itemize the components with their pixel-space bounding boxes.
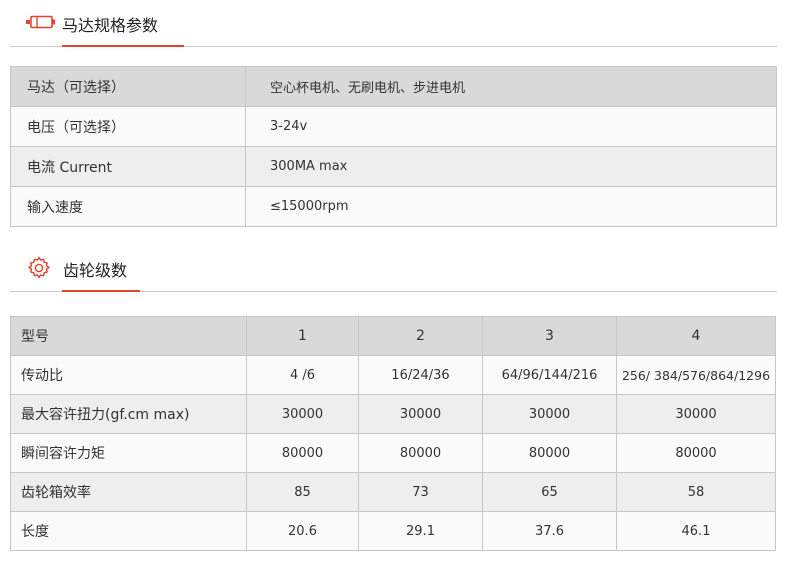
table-cell: 80000 [358,433,483,473]
spec-row-motor: 马达（可选择） 空心杯电机、无刷电机、步进电机 [10,66,777,107]
header-label: 型号 [10,316,247,356]
table-cell: 85 [246,472,359,512]
table-cell: 30000 [246,394,359,434]
table-cell: 80000 [246,433,359,473]
header-col-1: 1 [246,316,359,356]
table-cell: 46.1 [616,511,776,551]
table-cell: 30000 [616,394,776,434]
table-cell: 73 [358,472,483,512]
table-cell: 30000 [482,394,617,434]
gear-icon [28,256,50,279]
header-col-2: 2 [358,316,483,356]
table-row-max-torque: 最大容许扭力(gf.cm max) 30000 30000 30000 3000… [10,394,776,434]
row-label: 长度 [10,511,247,551]
table-cell: 58 [616,472,776,512]
table-row-ratio: 传动比 4 /6 16/24/36 64/96/144/216 256/ 384… [10,355,776,395]
section-accent-bar [62,290,140,292]
row-label: 瞬间容许力矩 [10,433,247,473]
spec-value: 3-24v [245,106,777,147]
spec-row-speed: 输入速度 ≤15000rpm [10,186,777,227]
spec-label: 马达（可选择） [10,66,246,107]
section-title-motor-spec: 马达规格参数 [62,16,159,35]
section-title-gear-stage: 齿轮级数 [63,261,128,280]
spec-value: 300MA max [245,146,777,187]
table-row-length: 长度 20.6 29.1 37.6 46.1 [10,511,776,551]
gear-stage-table: 型号 1 2 3 4 传动比 4 /6 16/24/36 64/96/144/2… [10,316,776,551]
table-cell: 16/24/36 [358,355,483,395]
header-col-4: 4 [616,316,776,356]
spec-row-voltage: 电压（可选择） 3-24v [10,106,777,147]
row-label: 最大容许扭力(gf.cm max) [10,394,247,434]
table-header-row: 型号 1 2 3 4 [10,316,776,356]
row-label: 传动比 [10,355,247,395]
table-cell: 80000 [482,433,617,473]
table-row-efficiency: 齿轮箱效率 85 73 65 58 [10,472,776,512]
table-cell: 64/96/144/216 [482,355,617,395]
motor-spec-table: 马达（可选择） 空心杯电机、无刷电机、步进电机 电压（可选择） 3-24v 电流… [10,66,777,227]
spec-label: 电流 Current [10,146,246,187]
section-accent-bar [62,45,184,47]
table-cell: 20.6 [246,511,359,551]
table-cell: 29.1 [358,511,483,551]
motor-icon [26,15,55,29]
table-cell: 256/ 384/576/864/1296 [616,355,776,395]
table-row-instant-torque: 瞬间容许力矩 80000 80000 80000 80000 [10,433,776,473]
spec-label: 电压（可选择） [10,106,246,147]
table-cell: 37.6 [482,511,617,551]
header-col-3: 3 [482,316,617,356]
table-cell: 80000 [616,433,776,473]
table-cell: 65 [482,472,617,512]
table-cell: 30000 [358,394,483,434]
spec-label: 输入速度 [10,186,246,227]
table-cell: 4 /6 [246,355,359,395]
spec-row-current: 电流 Current 300MA max [10,146,777,187]
spec-value: ≤15000rpm [245,186,777,227]
row-label: 齿轮箱效率 [10,472,247,512]
spec-value: 空心杯电机、无刷电机、步进电机 [245,66,777,107]
